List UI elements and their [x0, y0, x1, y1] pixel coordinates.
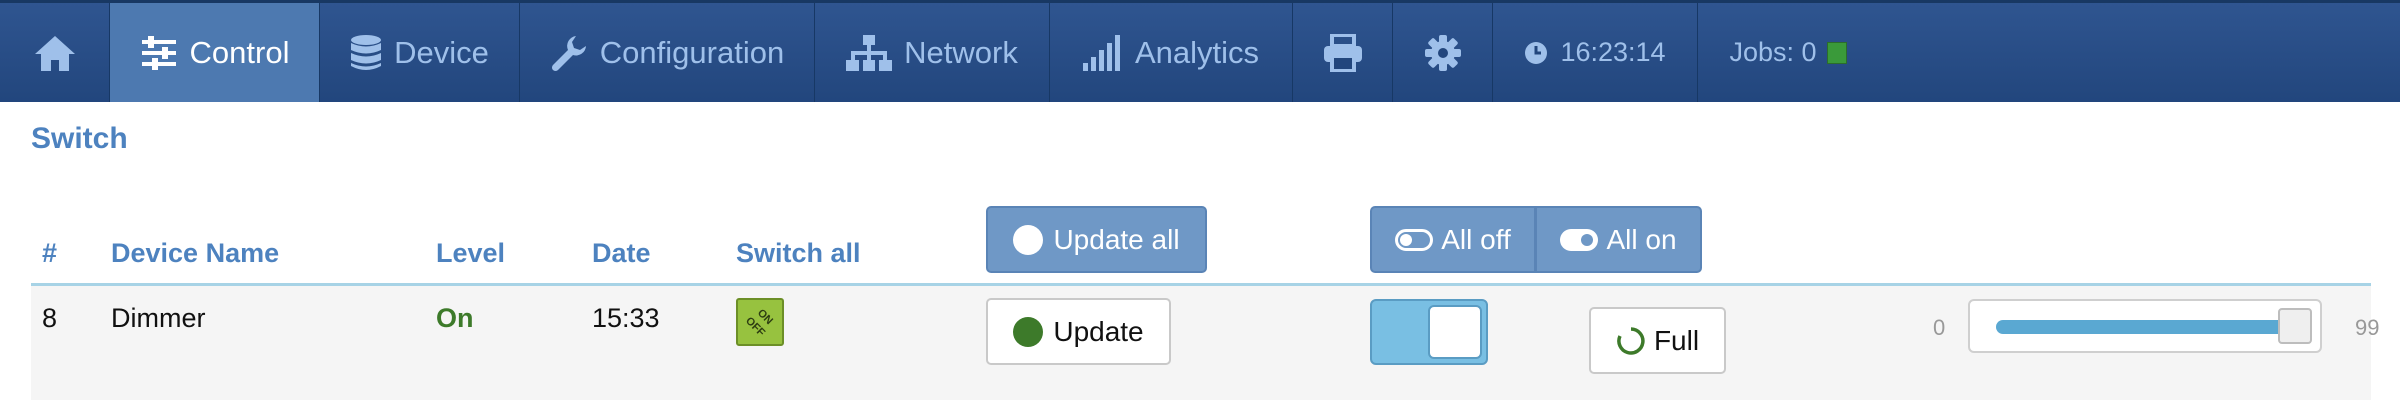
home-icon	[33, 33, 77, 73]
level-slider[interactable]	[1968, 299, 2322, 353]
update-all-label: Update all	[1053, 223, 1180, 255]
all-off-label: All off	[1441, 223, 1511, 255]
status-dot-icon	[1013, 316, 1044, 347]
update-button[interactable]: Update	[986, 298, 1171, 365]
sliders-icon	[140, 35, 178, 70]
slider-track	[1996, 320, 2296, 334]
nav-home[interactable]	[0, 3, 110, 102]
header-switch-all: Switch all	[736, 238, 861, 268]
nav-control[interactable]: Control	[110, 3, 320, 102]
slider-max-label: 99	[2355, 315, 2380, 340]
nav-print[interactable]	[1293, 3, 1393, 102]
top-navbar: Control Device Configuration Network Ana…	[0, 0, 2400, 102]
nav-device-label: Device	[394, 34, 489, 70]
database-icon	[350, 34, 382, 72]
nav-analytics-label: Analytics	[1134, 34, 1260, 70]
nav-device[interactable]: Device	[320, 3, 520, 102]
refresh-icon	[1616, 326, 1646, 356]
header-device-name: Device Name	[111, 238, 280, 268]
nav-configuration-label: Configuration	[599, 34, 785, 70]
network-icon	[846, 34, 893, 71]
clock-icon	[1524, 41, 1548, 65]
row-num: 8	[42, 303, 58, 333]
all-on-button[interactable]: All on	[1535, 206, 1702, 273]
gear-icon	[1424, 34, 1461, 71]
nav-network-label: Network	[904, 34, 1018, 70]
slider-handle[interactable]	[2278, 308, 2312, 344]
update-label: Update	[1053, 315, 1144, 347]
clock-time: 16:23:14	[1560, 37, 1666, 67]
printer-icon	[1323, 33, 1363, 72]
jobs-status-indicator	[1826, 41, 1847, 64]
header-date: Date	[592, 238, 651, 268]
on-off-icon[interactable]: ON OFF	[736, 298, 784, 346]
nav-network[interactable]: Network	[815, 3, 1050, 102]
all-off-button[interactable]: All off	[1370, 206, 1536, 273]
row-device-name: Dimmer	[111, 303, 206, 333]
row-date: 15:33	[592, 303, 660, 333]
update-all-button[interactable]: Update all	[986, 206, 1207, 273]
full-button[interactable]: Full	[1589, 307, 1726, 374]
wrench-icon	[550, 34, 588, 72]
signal-bars-icon	[1082, 34, 1123, 71]
toggle-on-icon	[1560, 228, 1599, 251]
nav-control-label: Control	[189, 34, 290, 70]
row-level: On	[436, 303, 474, 333]
header-num: #	[42, 238, 58, 268]
toggle-knob	[1428, 305, 1482, 359]
nav-clock: 16:23:14	[1493, 3, 1698, 102]
slider-min-label: 0	[1933, 315, 1946, 340]
header-level: Level	[436, 238, 506, 268]
nav-settings[interactable]	[1393, 3, 1493, 102]
circle-icon	[1013, 224, 1044, 255]
nav-jobs[interactable]: Jobs: 0	[1698, 3, 1878, 102]
toggle-off-icon	[1395, 228, 1434, 251]
full-label: Full	[1653, 324, 1700, 356]
section-title: Switch	[31, 122, 128, 155]
all-on-label: All on	[1606, 223, 1677, 255]
device-toggle-switch[interactable]	[1370, 299, 1488, 365]
jobs-label: Jobs: 0	[1729, 37, 1817, 67]
nav-configuration[interactable]: Configuration	[520, 3, 815, 102]
nav-analytics[interactable]: Analytics	[1050, 3, 1293, 102]
